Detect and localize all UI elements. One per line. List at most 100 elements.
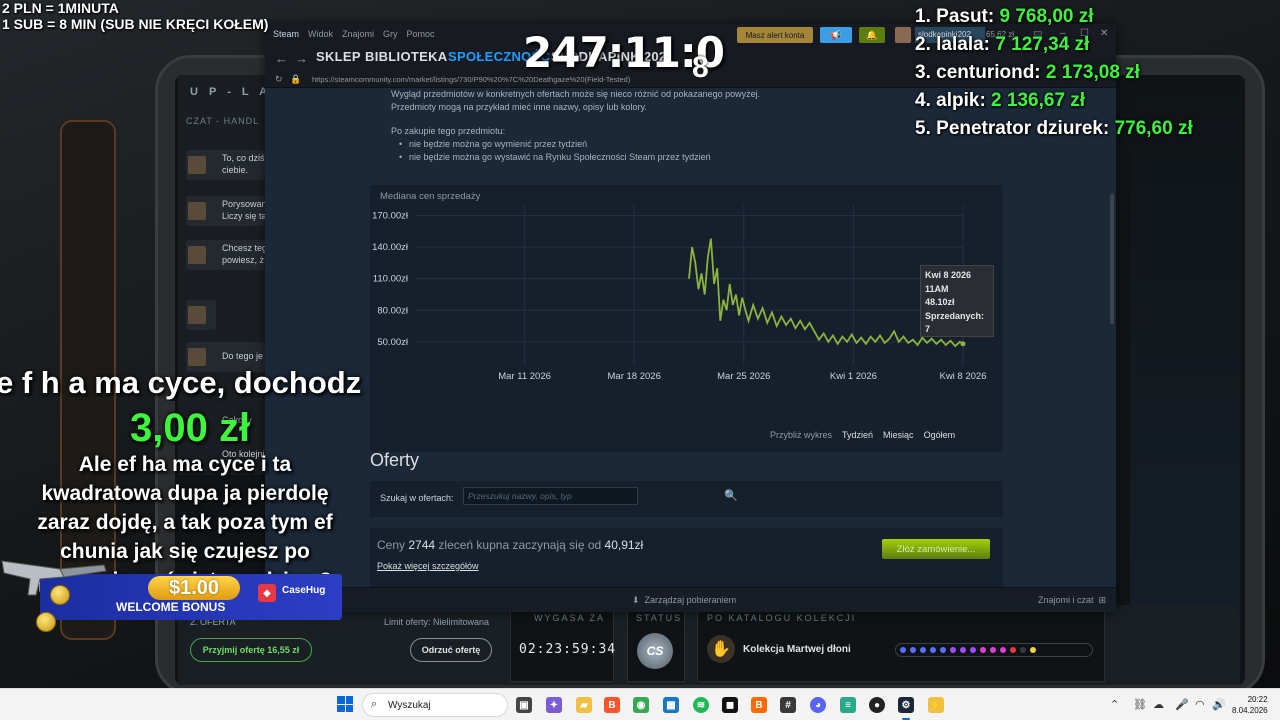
search-input[interactable]: Przeszukuj nazwy, opis, typ xyxy=(463,487,638,505)
leaderboard-row: 3. centuriond: 2 173,08 zł xyxy=(915,62,1140,84)
accept-offer-button[interactable]: Przyjmij ofertę 16,55 zł xyxy=(190,638,312,662)
windows-start-icon[interactable] xyxy=(337,696,353,712)
donation-amount: 3,00 zł xyxy=(130,406,251,450)
buy-orders-summary: Ceny 2744 zleceń kupna zaczynają się od … xyxy=(377,538,643,552)
rarity-dot xyxy=(970,647,976,653)
link-icon[interactable]: ⛓ xyxy=(1133,698,1147,711)
bids-middle: zleceń kupna zaczynają się od xyxy=(438,538,602,552)
trade-app-right-panel xyxy=(1130,75,1240,685)
tab-library[interactable]: BIBLIOTEKA xyxy=(365,49,447,64)
bonus-amount: $1.00 xyxy=(148,576,240,600)
leaderboard-row: 4. alpik: 2 136,67 zł xyxy=(915,90,1085,112)
obs-icon[interactable]: ● xyxy=(869,697,885,713)
leaderboard-row: 1. Pasut: 9 768,00 zł xyxy=(915,6,1094,28)
menu-item[interactable]: Znajomi xyxy=(342,29,374,39)
megaphone-icon[interactable]: 📢 xyxy=(820,27,852,43)
chart-zoom-controls: Przybliż wykres Tydzień Miesiąc Ogółem xyxy=(770,430,955,440)
search-icon[interactable]: 🔍 xyxy=(724,489,738,502)
leaderboard-rank: 1. xyxy=(915,6,931,27)
chat-message: Porysowan Liczy się ta xyxy=(186,196,276,226)
rarity-dot xyxy=(990,647,996,653)
purchase-bullet: nie będzie można go wystawić na Rynku Sp… xyxy=(399,152,711,162)
chevron-up-icon[interactable]: ⌃ xyxy=(1110,698,1119,711)
collection-name: Kolekcja Martwej dłoni xyxy=(743,644,851,655)
bids-prefix: Ceny xyxy=(377,538,406,552)
menu-item[interactable]: Pomoc xyxy=(407,29,435,39)
offers-title: Oferty xyxy=(370,450,420,470)
price-history-panel: Mediana cen sprzedaży 170.00zł 140.00zł 11… xyxy=(370,185,1003,452)
x-tick-label: Mar 11 2026 xyxy=(498,371,551,382)
scrollbar[interactable] xyxy=(1110,194,1114,324)
friends-chat-label: Znajomi i czat xyxy=(1038,595,1094,605)
spotify-icon[interactable]: ≋ xyxy=(693,697,709,713)
zoom-week[interactable]: Tydzień xyxy=(842,430,873,440)
refresh-icon[interactable]: ↻ 🔒 xyxy=(275,74,301,85)
mic-icon[interactable]: 🎤 xyxy=(1175,698,1189,711)
trade-app-logo: U P - L A xyxy=(190,86,272,98)
leaderboard-name: lalala: xyxy=(936,34,991,55)
leaderboard-row: 5. Penetrator dziurek: 776,60 zł xyxy=(915,118,1193,140)
discord-icon[interactable]: ◕ xyxy=(810,697,826,713)
offers-search-row: Szukaj w ofertach: Przeszukuj nazwy, opi… xyxy=(370,481,1003,517)
menu-item[interactable]: Widok xyxy=(308,29,333,39)
chat-header: CZAT - HANDL xyxy=(186,116,260,126)
back-arrow-icon[interactable]: ← xyxy=(275,51,288,66)
hovered-point[interactable] xyxy=(960,341,966,347)
tooltip-date: Kwi 8 2026 xyxy=(925,270,972,280)
copilot-icon[interactable]: ✦ xyxy=(546,697,562,713)
chat-avatar xyxy=(188,348,206,366)
subathon-timer-digit: 8 xyxy=(692,51,709,84)
rarity-dot xyxy=(910,647,916,653)
chat-message: To, co dziś ciebie. xyxy=(186,150,276,180)
account-alert-button[interactable]: Masz alert konta xyxy=(737,27,813,43)
rarity-dots xyxy=(895,643,1093,657)
reject-offer-button[interactable]: Odrzuć ofertę xyxy=(410,638,492,662)
zoom-month[interactable]: Miesiąc xyxy=(883,430,914,440)
x-tick-label: Mar 25 2026 xyxy=(717,371,770,382)
offer-limit: Limit oferty: Nielimitowana xyxy=(384,617,490,627)
store-icon[interactable]: ▦ xyxy=(663,697,679,713)
app-folder-icon[interactable]: ⚡ xyxy=(928,697,944,713)
forward-arrow-icon[interactable]: → xyxy=(295,51,308,66)
wifi-icon[interactable]: ◠ xyxy=(1195,698,1205,711)
chrome-icon[interactable]: ◉ xyxy=(633,697,649,713)
avatar[interactable] xyxy=(895,27,911,43)
bell-icon[interactable]: 🔔 xyxy=(859,27,885,43)
manage-downloads[interactable]: ⬇ Zarządzaj pobieraniem xyxy=(632,595,736,606)
leaderboard-rank: 2. xyxy=(915,34,931,55)
menu-steam[interactable]: Steam xyxy=(273,29,299,39)
taskbar-clock[interactable]: 20:22 8.04.2026 xyxy=(1232,694,1268,716)
brave-icon[interactable]: B xyxy=(604,697,620,713)
steam-icon[interactable]: ⚙ xyxy=(898,697,914,713)
rarity-dot xyxy=(980,647,986,653)
chat-avatar xyxy=(188,202,206,220)
file-explorer-icon[interactable]: ▰ xyxy=(576,697,592,713)
market-listing-page: Wygląd przedmiotów w konkretnych ofertac… xyxy=(265,88,1116,587)
place-order-button[interactable]: Złóż zamówienie... xyxy=(882,539,990,559)
more-details-link[interactable]: Pokaż więcej szczegółów xyxy=(377,561,479,571)
buy-orders-row: Ceny 2744 zleceń kupna zaczynają się od … xyxy=(370,528,1003,587)
chat-message-text: Chcesz teg powiesz, ż xyxy=(222,243,268,265)
task-view-icon[interactable]: ▣ xyxy=(516,697,532,713)
expires-timer: 02:23:59:34 xyxy=(519,642,617,657)
x-tick-label: Mar 18 2026 xyxy=(608,371,661,382)
app-icon[interactable]: ◼ xyxy=(722,697,738,713)
brave-beta-icon[interactable]: B xyxy=(751,697,767,713)
cloud-icon[interactable]: ☁ xyxy=(1153,698,1164,711)
taskbar-search[interactable]: ⌕ Wyszukaj xyxy=(362,693,508,717)
notes-icon[interactable]: ≡ xyxy=(840,697,856,713)
taskbar-search-label: Wyszukaj xyxy=(388,700,431,711)
x-tick-label: Kwi 1 2026 xyxy=(830,371,877,382)
rarity-dot xyxy=(900,647,906,653)
volume-icon[interactable]: 🔊 xyxy=(1212,698,1226,711)
manage-downloads-label: Zarządzaj pobieraniem xyxy=(644,595,737,605)
y-tick-label: 80.00zł xyxy=(377,305,409,316)
chart-tooltip: Kwi 8 2026 11AM 48.10zł Sprzedanych: 7 xyxy=(920,265,994,337)
clock-date: 8.04.2026 xyxy=(1232,706,1268,715)
zoom-all[interactable]: Ogółem xyxy=(924,430,956,440)
close-icon[interactable]: ✕ xyxy=(1100,28,1108,39)
tab-store[interactable]: SKLEP xyxy=(316,49,361,64)
calculator-icon[interactable]: # xyxy=(780,697,796,713)
menu-item[interactable]: Gry xyxy=(383,29,398,39)
friends-chat[interactable]: Znajomi i czat ⊞ xyxy=(1038,595,1106,606)
